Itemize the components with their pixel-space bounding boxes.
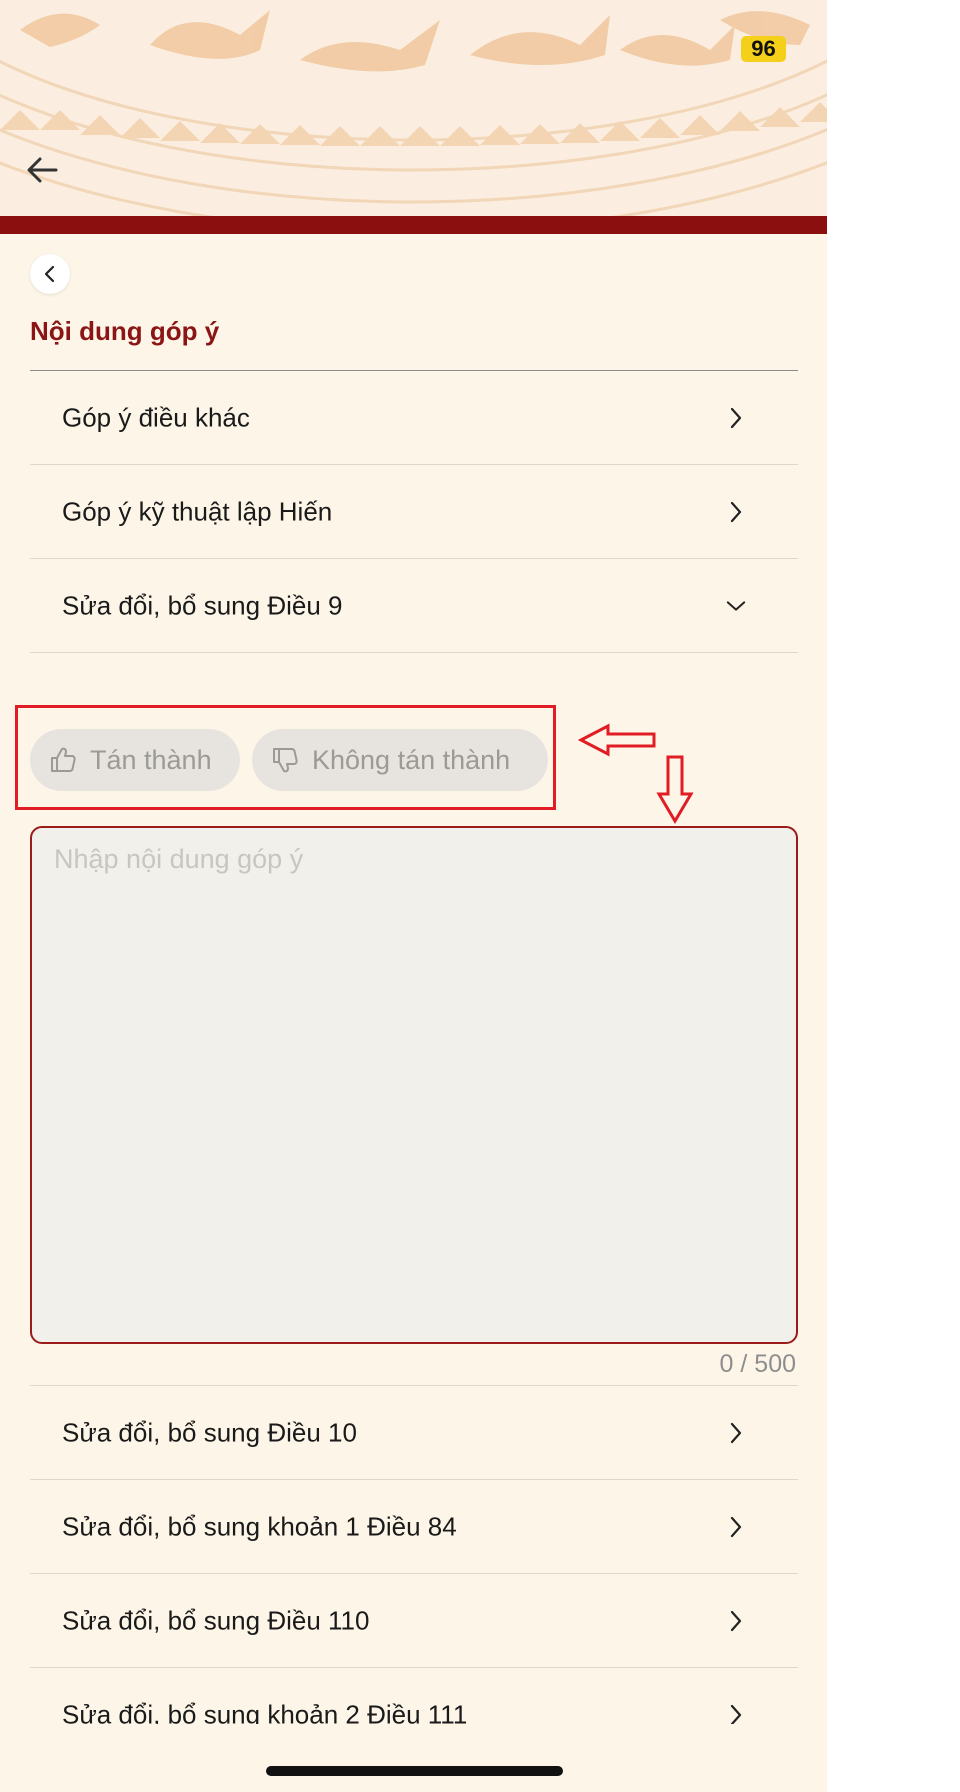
character-counter: 0 / 500 [719, 1350, 796, 1378]
list-item-article-111-clause-2[interactable]: Sửa đổi, bổ sung khoản 2 Điều 111 [30, 1668, 798, 1724]
list-item-article-84-clause-1[interactable]: Sửa đổi, bổ sung khoản 1 Điều 84 [30, 1480, 798, 1574]
list-item-other-articles[interactable]: Góp ý điều khác [30, 371, 798, 465]
chevron-right-icon [726, 1704, 746, 1724]
section-title: Nội dung góp ý [30, 316, 220, 346]
drum-pattern-decoration [0, 10, 827, 216]
list-item-constitutional-technique[interactable]: Góp ý kỹ thuật lập Hiến [30, 465, 798, 559]
list-item-label: Góp ý kỹ thuật lập Hiến [62, 496, 333, 526]
comment-placeholder: Nhập nội dung góp ý [54, 844, 304, 874]
list-item-label: Sửa đổi, bổ sung Điều 110 [62, 1605, 370, 1635]
list-item-label: Sửa đổi, bổ sung Điều 9 [62, 590, 343, 620]
chevron-right-icon [726, 501, 746, 522]
chevron-right-icon [726, 1610, 746, 1631]
chevron-left-icon [44, 265, 55, 283]
chevron-right-icon [726, 407, 746, 428]
list-item-article-9-expanded[interactable]: Sửa đổi, bổ sung Điều 9 [30, 559, 798, 653]
highlight-box-annotation [15, 705, 556, 810]
list-item-label: Sửa đổi, bổ sung khoản 1 Điều 84 [62, 1511, 457, 1541]
section-back-button[interactable] [30, 254, 70, 294]
list-item-label: Sửa đổi, bổ sung Điều 10 [62, 1417, 357, 1447]
app-screen: 96 Nội dung góp ý Góp ý điều khác Góp ý … [0, 0, 827, 1792]
list-item-article-10[interactable]: Sửa đổi, bổ sung Điều 10 [30, 1386, 798, 1480]
back-button[interactable] [22, 150, 62, 190]
list-item-label: Sửa đổi, bổ sung khoản 2 Điều 111 [62, 1699, 468, 1724]
notification-badge: 96 [741, 36, 786, 62]
header-banner: 96 [0, 0, 827, 216]
chevron-right-icon [726, 1516, 746, 1537]
chevron-down-icon [726, 596, 746, 616]
feedback-content: Nội dung góp ý Góp ý điều khác Góp ý kỹ … [0, 234, 827, 1724]
list-item-label: Góp ý điều khác [62, 402, 250, 432]
arrow-left-outline-icon [578, 723, 656, 757]
chevron-right-icon [726, 1422, 746, 1443]
list-item-article-110[interactable]: Sửa đổi, bổ sung Điều 110 [30, 1574, 798, 1668]
comment-textarea[interactable]: Nhập nội dung góp ý [30, 826, 798, 1344]
header-divider-band [0, 216, 827, 234]
arrow-left-icon [27, 157, 58, 183]
arrow-down-outline-icon [656, 755, 694, 824]
home-indicator[interactable] [266, 1766, 563, 1776]
